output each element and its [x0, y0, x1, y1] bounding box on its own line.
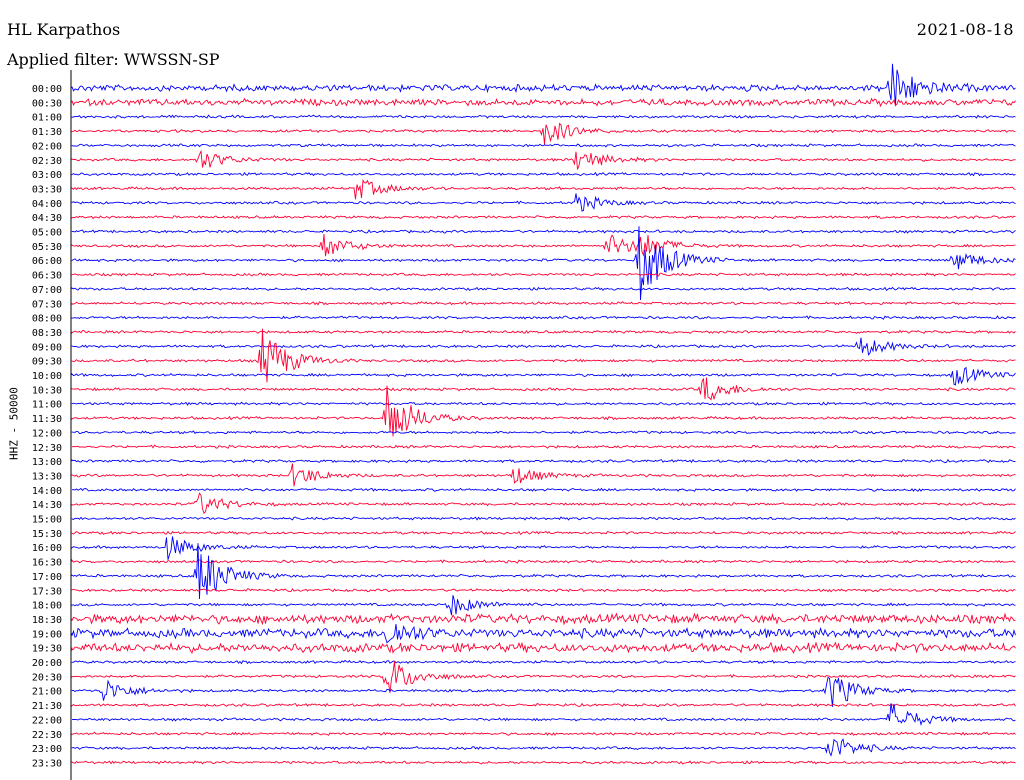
trace-line: [71, 463, 1016, 487]
time-label: 20:00: [32, 658, 62, 669]
time-label: 15:30: [32, 529, 62, 540]
trace-line: [71, 760, 1016, 765]
time-label: 04:30: [32, 213, 62, 224]
time-label: 01:30: [32, 127, 62, 138]
time-label: 08:00: [32, 314, 62, 325]
time-label: 02:00: [32, 141, 62, 152]
time-label: 23:00: [32, 744, 62, 755]
time-label: 11:00: [32, 400, 62, 411]
trace-line: [71, 676, 1016, 707]
time-label: 17:00: [32, 572, 62, 583]
trace-line: [71, 214, 1016, 220]
trace-line: [71, 612, 1016, 626]
time-label: 22:00: [32, 715, 62, 726]
time-label: 00:00: [32, 84, 62, 95]
time-label: 13:00: [32, 457, 62, 468]
trace-line: [71, 703, 1016, 727]
trace-line: [71, 702, 1016, 708]
time-label-group: 00:00 00:30 01:00 01:30 02:00 02:30 03:00 03:30…: [32, 84, 62, 769]
trace-line: [71, 122, 1016, 145]
trace-line: [71, 641, 1016, 654]
time-label: 16:00: [32, 543, 62, 554]
trace-line: [71, 329, 1016, 334]
time-label: 18:00: [32, 601, 62, 612]
time-label: 23:30: [32, 758, 62, 769]
trace-line: [71, 659, 1016, 665]
time-label: 05:00: [32, 228, 62, 239]
trace-line: [71, 492, 1016, 515]
time-label: 07:30: [32, 299, 62, 310]
trace-line: [71, 328, 1016, 383]
trace-line: [71, 97, 1016, 108]
trace-line: [71, 458, 1016, 464]
trace-line: [71, 536, 1016, 560]
time-label: 04:00: [32, 199, 62, 210]
time-label: 12:30: [32, 443, 62, 454]
trace-line: [71, 516, 1016, 521]
time-label: 03:30: [32, 184, 62, 195]
trace-line: [71, 234, 1016, 257]
trace-line: [71, 430, 1016, 435]
time-label: 09:00: [32, 342, 62, 353]
trace-line: [71, 401, 1016, 406]
time-label: 17:30: [32, 586, 62, 597]
trace-line: [71, 171, 1016, 177]
trace-line: [71, 272, 1016, 277]
trace-line: [71, 337, 1016, 356]
time-label: 03:00: [32, 170, 62, 181]
trace-line: [71, 377, 1016, 401]
time-label: 08:30: [32, 328, 62, 339]
time-label: 10:30: [32, 385, 62, 396]
time-label: 11:30: [32, 414, 62, 425]
trace-line: [71, 143, 1016, 148]
trace-line: [71, 623, 1016, 644]
time-label: 18:30: [32, 615, 62, 626]
time-label: 12:00: [32, 428, 62, 439]
time-label: 22:30: [32, 730, 62, 741]
time-label: 16:30: [32, 558, 62, 569]
trace-line: [71, 737, 1016, 757]
trace-line: [71, 366, 1016, 386]
trace-line: [71, 595, 1016, 616]
seismogram-plot: 00:00 00:30 01:00 01:30 02:00 02:30 03:00 03:30…: [32, 63, 1016, 780]
time-label: 05:30: [32, 242, 62, 253]
trace-line: [71, 114, 1016, 119]
time-label: 01:00: [32, 113, 62, 124]
trace-line: [71, 179, 1016, 200]
trace-line: [71, 444, 1016, 449]
trace-line: [71, 315, 1016, 320]
time-label: 14:30: [32, 500, 62, 511]
trace-group: [71, 63, 1016, 765]
trace-line: [71, 487, 1016, 492]
time-label: 20:30: [32, 672, 62, 683]
trace-line: [71, 385, 1016, 437]
trace-line: [71, 731, 1016, 736]
time-label: 02:30: [32, 156, 62, 167]
trace-line: [71, 300, 1016, 306]
trace-line: [71, 530, 1016, 536]
trace-line: [71, 149, 1016, 170]
time-label: 21:30: [32, 701, 62, 712]
time-label: 09:30: [32, 357, 62, 368]
trace-line: [71, 229, 1016, 234]
time-label: 00:30: [32, 98, 62, 109]
trace-line: [71, 587, 1016, 593]
time-label: 15:00: [32, 515, 62, 526]
time-label: 10:00: [32, 371, 62, 382]
time-label: 21:00: [32, 687, 62, 698]
time-label: 07:00: [32, 285, 62, 296]
time-label: 19:00: [32, 629, 62, 640]
trace-line: [71, 286, 1016, 292]
time-label: 14:00: [32, 486, 62, 497]
time-label: 13:30: [32, 471, 62, 482]
trace-line: [71, 661, 1016, 693]
time-label: 06:00: [32, 256, 62, 267]
time-label: 06:30: [32, 271, 62, 282]
trace-line: [71, 193, 1016, 212]
time-label: 19:30: [32, 644, 62, 655]
